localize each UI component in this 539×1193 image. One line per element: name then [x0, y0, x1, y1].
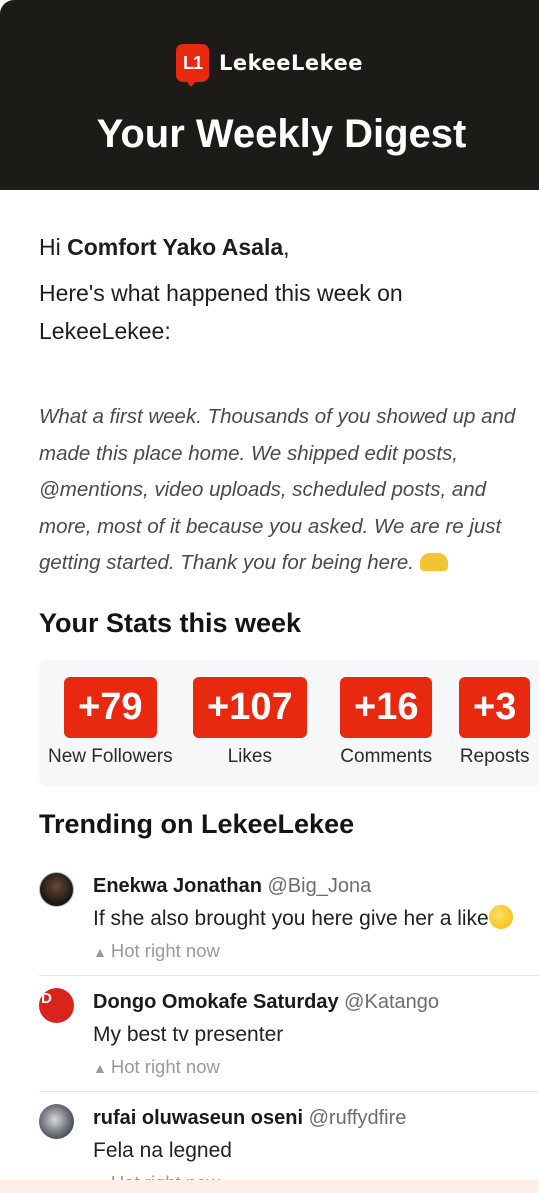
author-handle[interactable]: @ruffydfire — [309, 1107, 407, 1129]
stat-value: +79 — [64, 677, 157, 738]
stat-new-followers: +79 New Followers — [48, 677, 173, 768]
stat-value: +107 — [193, 677, 307, 738]
smiling-hearts-emoji-icon — [488, 905, 513, 929]
stat-reposts: +3 Reposts — [459, 677, 531, 768]
brand: L1 LekeeLekee — [0, 44, 539, 87]
post-text: My best tv presenter — [93, 1023, 284, 1046]
author-handle[interactable]: @Big_Jona — [268, 875, 372, 897]
page-title: Your Weekly Digest — [96, 112, 467, 156]
lekeelekee-logo-icon: L1 — [175, 44, 209, 87]
weekly-message: What a first week. Thousands of you show… — [39, 399, 539, 582]
hot-label: Hot right now — [110, 940, 220, 961]
post-text-content: If she also brought you here give her a … — [93, 907, 489, 930]
weekly-message-text: What a first week. Thousands of you show… — [39, 405, 516, 574]
greeting: Hi Comfort Yako Asala, — [39, 230, 539, 264]
stats-panel: +79 New Followers +107 Likes +16 Comment… — [39, 660, 539, 786]
trending-post[interactable]: D Dongo Omokafe Saturday @Katango My bes… — [39, 976, 539, 1092]
stat-label: Comments — [340, 746, 433, 767]
avatar[interactable] — [39, 872, 74, 907]
stats-section-title: Your Stats this week — [39, 608, 302, 638]
brand-name: LekeeLekee — [218, 51, 364, 75]
intro-text: Here's what happened this week on LekeeL… — [39, 280, 403, 344]
greeting-suffix: , — [283, 234, 290, 260]
trending-up-icon: ▲ — [93, 944, 107, 960]
stat-label: Likes — [227, 746, 272, 767]
author-handle[interactable]: @Katango — [344, 991, 439, 1013]
trending-up-icon: ▲ — [93, 1060, 107, 1076]
post-author[interactable]: Enekwa Jonathan @Big_Jona — [93, 873, 539, 899]
author-name[interactable]: Enekwa Jonathan — [93, 875, 262, 897]
digest-header: L1 LekeeLekee Your Weekly Digest — [0, 0, 539, 190]
avatar-initial: D — [41, 990, 52, 1007]
author-name[interactable]: Dongo Omokafe Saturday — [93, 991, 339, 1013]
post-author[interactable]: rufai oluwaseun oseni @ruffydfire — [93, 1105, 539, 1131]
post-text: If she also brought you here give her a … — [93, 904, 539, 934]
stat-comments: +16 Comments — [340, 677, 433, 768]
recipient-name: Comfort Yako Asala — [67, 234, 284, 260]
stat-label: New Followers — [48, 746, 173, 767]
hot-indicator: ▲Hot right now — [93, 1056, 539, 1078]
avatar[interactable] — [39, 1104, 74, 1139]
avatar[interactable]: D — [39, 988, 74, 1023]
stat-likes: +107 Likes — [193, 677, 307, 768]
trending-post[interactable]: rufai oluwaseun oseni @ruffydfire Fela n… — [39, 1092, 539, 1193]
hot-label: Hot right now — [110, 1056, 220, 1077]
email-body: Hi Comfort Yako Asala, Here's what happe… — [39, 230, 539, 582]
stat-label: Reposts — [459, 746, 530, 767]
trending-post[interactable]: Enekwa Jonathan @Big_Jona If she also br… — [39, 860, 539, 976]
greeting-prefix: Hi — [39, 234, 68, 260]
logo-mark-text: L1 — [182, 52, 203, 73]
author-name[interactable]: rufai oluwaseun oseni — [93, 1107, 303, 1129]
trending-section-title: Trending on LekeeLekee — [39, 809, 355, 839]
trending-list: Enekwa Jonathan @Big_Jona If she also br… — [39, 860, 539, 1193]
post-text: Fela na legned — [93, 1139, 232, 1162]
footer-strip — [0, 1180, 539, 1193]
stat-value: +16 — [340, 677, 433, 738]
hot-indicator: ▲Hot right now — [93, 940, 539, 962]
heart-hands-emoji-icon — [419, 553, 448, 571]
stat-value: +3 — [459, 677, 531, 738]
post-author[interactable]: Dongo Omokafe Saturday @Katango — [93, 989, 539, 1015]
